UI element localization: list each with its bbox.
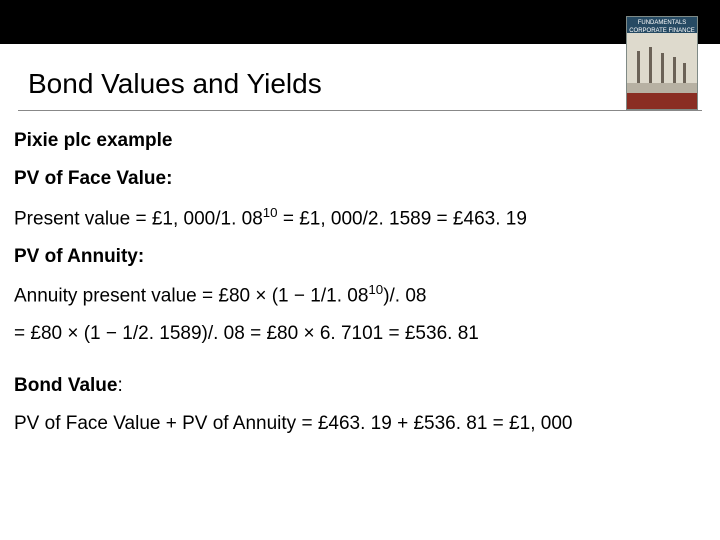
book-cover-line2: CORPORATE FINANCE (629, 28, 695, 34)
pv-annuity-heading: PV of Annuity: (14, 245, 702, 269)
book-cover-title: FUNDAMENTALS CORPORATE FINANCE (627, 17, 697, 33)
slide-title: Bond Values and Yields (0, 44, 720, 110)
slide: FUNDAMENTALS CORPORATE FINANCE Bond Valu… (0, 0, 720, 540)
slide-body: Pixie plc example PV of Face Value: Pres… (0, 111, 720, 436)
top-black-bar (0, 0, 720, 44)
pv-face-text-b: = £1, 000/2. 1589 = £463. 19 (278, 208, 527, 229)
annuity-line-2: = £80 × (1 − 1/2. 1589)/. 08 = £80 × 6. … (14, 322, 702, 346)
book-cover-footer (627, 93, 697, 109)
annuity-1a: Annuity present value = £80 × (1 − 1/1. … (14, 286, 368, 307)
annuity-1-sup: 10 (368, 282, 383, 297)
annuity-line-1: Annuity present value = £80 × (1 − 1/1. … (14, 282, 702, 308)
book-cover-thumbnail: FUNDAMENTALS CORPORATE FINANCE (626, 16, 698, 110)
pv-face-line: Present value = £1, 000/1. 0810 = £1, 00… (14, 205, 702, 231)
bond-value-heading: Bond Value (14, 375, 117, 396)
bond-value-colon: : (117, 375, 122, 396)
bond-value-heading-line: Bond Value: (14, 374, 702, 398)
example-heading: Pixie plc example (14, 129, 702, 153)
pv-face-heading: PV of Face Value: (14, 167, 702, 191)
bond-value-line: PV of Face Value + PV of Annuity = £463.… (14, 412, 702, 436)
pv-face-sup: 10 (263, 205, 278, 220)
book-cover-image (627, 33, 697, 93)
annuity-1b: )/. 08 (383, 286, 426, 307)
pv-face-text-a: Present value = £1, 000/1. 08 (14, 208, 263, 229)
book-cover-line1: FUNDAMENTALS (638, 20, 687, 26)
